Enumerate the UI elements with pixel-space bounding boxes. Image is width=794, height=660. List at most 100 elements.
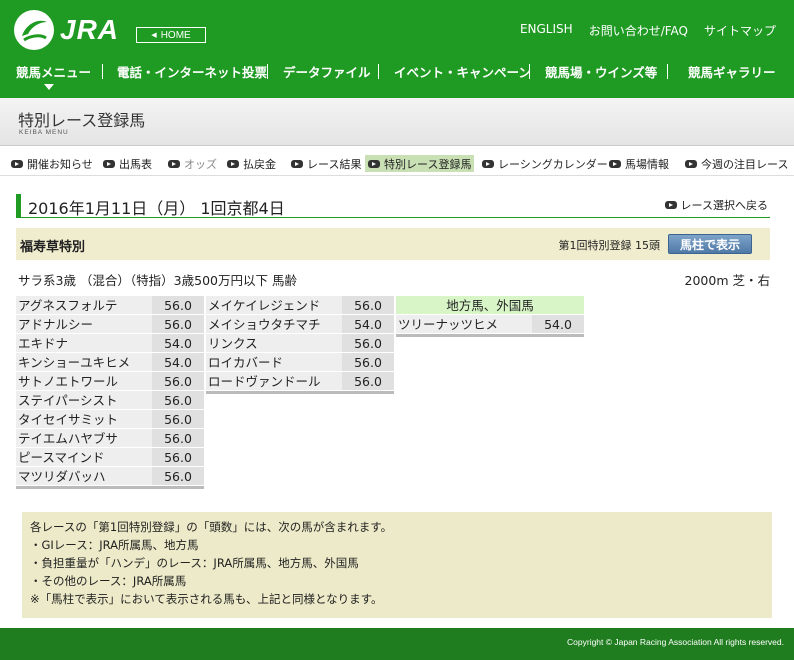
note-line: 各レースの「第1回特別登録」の「頭数」には、次の馬が含まれます。 bbox=[30, 520, 393, 534]
subnav-label: 開催お知らせ bbox=[27, 157, 93, 171]
date-heading: 2016年1月11日（月） 1回京都4日 レース選択へ戻る bbox=[16, 194, 770, 218]
subnav-calendar[interactable]: レーシングカレンダー bbox=[479, 155, 611, 172]
subnav-featured[interactable]: 今週の注目レース bbox=[682, 155, 791, 172]
bullet-arrow-icon bbox=[685, 159, 697, 168]
back-to-race-select-link[interactable]: レース選択へ戻る bbox=[664, 197, 768, 213]
gnav-divider bbox=[378, 64, 379, 79]
race-distance: 2000m 芝・右 bbox=[684, 273, 770, 288]
horse-weight: 56.0 bbox=[152, 372, 204, 390]
horse-row[interactable]: エキドナ 54.0 bbox=[16, 334, 204, 353]
subnav-entries[interactable]: 出馬表 bbox=[100, 155, 155, 172]
horse-name: アグネスフォルテ bbox=[16, 296, 152, 314]
bullet-arrow-icon bbox=[609, 159, 621, 168]
link-sitemap[interactable]: サイトマップ bbox=[704, 22, 776, 39]
horse-row[interactable]: メイショウタチマチ 54.0 bbox=[206, 315, 394, 334]
horse-weight: 54.0 bbox=[532, 315, 584, 333]
note-line: ・負担重量が「ハンデ」のレース：JRA所属馬、地方馬、外国馬 bbox=[30, 556, 359, 570]
site-footer: Copyright © Japan Racing Association All… bbox=[0, 628, 794, 660]
home-label: HOME bbox=[160, 29, 191, 41]
gnav-divider bbox=[529, 64, 530, 79]
horse-row[interactable]: キンショーユキヒメ 54.0 bbox=[16, 353, 204, 372]
horse-weight: 56.0 bbox=[152, 315, 204, 333]
page-title: 特別レース登録馬 bbox=[18, 111, 146, 130]
horse-row[interactable]: アドナルシー 56.0 bbox=[16, 315, 204, 334]
horse-weight: 56.0 bbox=[152, 429, 204, 447]
bullet-arrow-icon bbox=[664, 201, 677, 209]
global-nav: 競馬メニュー 電話・インターネット投票 データファイル イベント・キャンペーン … bbox=[0, 62, 794, 82]
utility-links: ENGLISH お問い合わせ/FAQ サイトマップ bbox=[520, 22, 776, 39]
copyright: Copyright © Japan Racing Association All… bbox=[567, 637, 784, 647]
subnav-label: レーシングカレンダー bbox=[498, 157, 608, 171]
horse-row[interactable]: メイケイレジェンド 56.0 bbox=[206, 296, 394, 315]
horse-row[interactable]: アグネスフォルテ 56.0 bbox=[16, 296, 204, 315]
gnav-divider bbox=[267, 64, 268, 79]
gnav-gallery[interactable]: 競馬ギャラリー bbox=[688, 62, 776, 81]
subnav-results[interactable]: レース結果 bbox=[288, 155, 364, 172]
horse-name: ロードヴァンドール bbox=[206, 372, 342, 390]
subnav-label: 馬場情報 bbox=[625, 157, 669, 171]
horse-row[interactable]: リンクス 56.0 bbox=[206, 334, 394, 353]
note-line: ・その他のレース：JRA所属馬 bbox=[30, 574, 187, 588]
horse-weight: 56.0 bbox=[342, 296, 394, 314]
show-umabashira-button[interactable]: 馬柱で表示 bbox=[668, 234, 752, 254]
subnav-label: 今週の注目レース bbox=[701, 157, 789, 171]
horse-name: ステイパーシスト bbox=[16, 391, 152, 409]
horse-row[interactable]: マツリダバッハ 56.0 bbox=[16, 467, 204, 486]
subnav-track-info[interactable]: 馬場情報 bbox=[606, 155, 672, 172]
horse-row[interactable]: サトノエトワール 56.0 bbox=[16, 372, 204, 391]
subnav-notice[interactable]: 開催お知らせ bbox=[8, 155, 96, 172]
foreign-horse-header: 地方馬、外国馬 bbox=[396, 296, 584, 315]
bullet-arrow-icon bbox=[103, 159, 115, 168]
subnav-special-entries[interactable]: 特別レース登録馬 bbox=[365, 155, 475, 172]
note-line: ・GIレース：JRA所属馬、地方馬 bbox=[30, 538, 199, 552]
jra-logo[interactable]: JRA bbox=[14, 10, 119, 50]
subnav-odds[interactable]: オッズ bbox=[165, 155, 220, 172]
link-faq[interactable]: お問い合わせ/FAQ bbox=[589, 22, 688, 39]
horse-row[interactable]: ピースマインド 56.0 bbox=[16, 448, 204, 467]
sub-nav: 開催お知らせ 出馬表 オッズ 払戻金 レース結果 特別レース登録馬 レーシングカ… bbox=[0, 150, 794, 176]
horse-name: リンクス bbox=[206, 334, 342, 352]
horse-row[interactable]: ツリーナッツヒメ 54.0 bbox=[396, 315, 584, 334]
bullet-arrow-icon bbox=[482, 159, 494, 168]
gnav-racecourse[interactable]: 競馬場・ウインズ等 bbox=[545, 62, 657, 81]
horse-weight: 56.0 bbox=[342, 353, 394, 371]
horse-weight: 56.0 bbox=[342, 334, 394, 352]
horse-row[interactable]: ステイパーシスト 56.0 bbox=[16, 391, 204, 410]
bullet-arrow-icon bbox=[368, 159, 380, 168]
jra-emblem-icon bbox=[14, 10, 54, 50]
race-conditions: サラ系3歳 （混合）（特指）3歳500万円以下 馬齢 bbox=[18, 273, 297, 288]
page-subtitle: KEIBA MENU bbox=[19, 129, 69, 136]
arrow-left-icon: ◀ bbox=[151, 32, 157, 39]
horse-weight: 54.0 bbox=[342, 315, 394, 333]
home-button[interactable]: ◀ HOME bbox=[136, 27, 206, 43]
subnav-label: 特別レース登録馬 bbox=[384, 157, 472, 171]
horse-row[interactable]: タイセイサミット 56.0 bbox=[16, 410, 204, 429]
horse-name: エキドナ bbox=[16, 334, 152, 352]
horse-name: サトノエトワール bbox=[16, 372, 152, 390]
horse-column-1: アグネスフォルテ 56.0 アドナルシー 56.0 エキドナ 54.0 キンショーユキヒメ 5… bbox=[16, 296, 204, 489]
horse-weight: 56.0 bbox=[342, 372, 394, 390]
bullet-arrow-icon bbox=[227, 159, 239, 168]
horse-row[interactable]: ロイカバード 56.0 bbox=[206, 353, 394, 372]
gnav-divider bbox=[102, 64, 103, 79]
gnav-vote[interactable]: 電話・インターネット投票 bbox=[117, 62, 267, 81]
horse-name: マツリダバッハ bbox=[16, 467, 152, 485]
horse-weight: 56.0 bbox=[152, 296, 204, 314]
back-link-label: レース選択へ戻る bbox=[680, 199, 768, 212]
horse-name: ツリーナッツヒメ bbox=[396, 315, 532, 333]
logo-text: JRA bbox=[60, 14, 120, 45]
link-english[interactable]: ENGLISH bbox=[520, 22, 573, 39]
page-header: 特別レース登録馬 KEIBA MENU bbox=[0, 98, 794, 146]
horse-row[interactable]: テイエムハヤブサ 56.0 bbox=[16, 429, 204, 448]
horse-weight: 56.0 bbox=[152, 410, 204, 428]
gnav-keiba-menu[interactable]: 競馬メニュー bbox=[16, 62, 91, 81]
info-note: 各レースの「第1回特別登録」の「頭数」には、次の馬が含まれます。 ・GIレース：… bbox=[22, 512, 772, 618]
subnav-payout[interactable]: 払戻金 bbox=[224, 155, 279, 172]
horse-row[interactable]: ロードヴァンドール 56.0 bbox=[206, 372, 394, 391]
horse-weight: 54.0 bbox=[152, 334, 204, 352]
bullet-arrow-icon bbox=[291, 159, 303, 168]
horse-column-foreign: 地方馬、外国馬 ツリーナッツヒメ 54.0 bbox=[396, 296, 584, 337]
gnav-events[interactable]: イベント・キャンペーン bbox=[394, 62, 531, 81]
gnav-datafile[interactable]: データファイル bbox=[283, 62, 371, 81]
gnav-divider bbox=[667, 64, 668, 79]
